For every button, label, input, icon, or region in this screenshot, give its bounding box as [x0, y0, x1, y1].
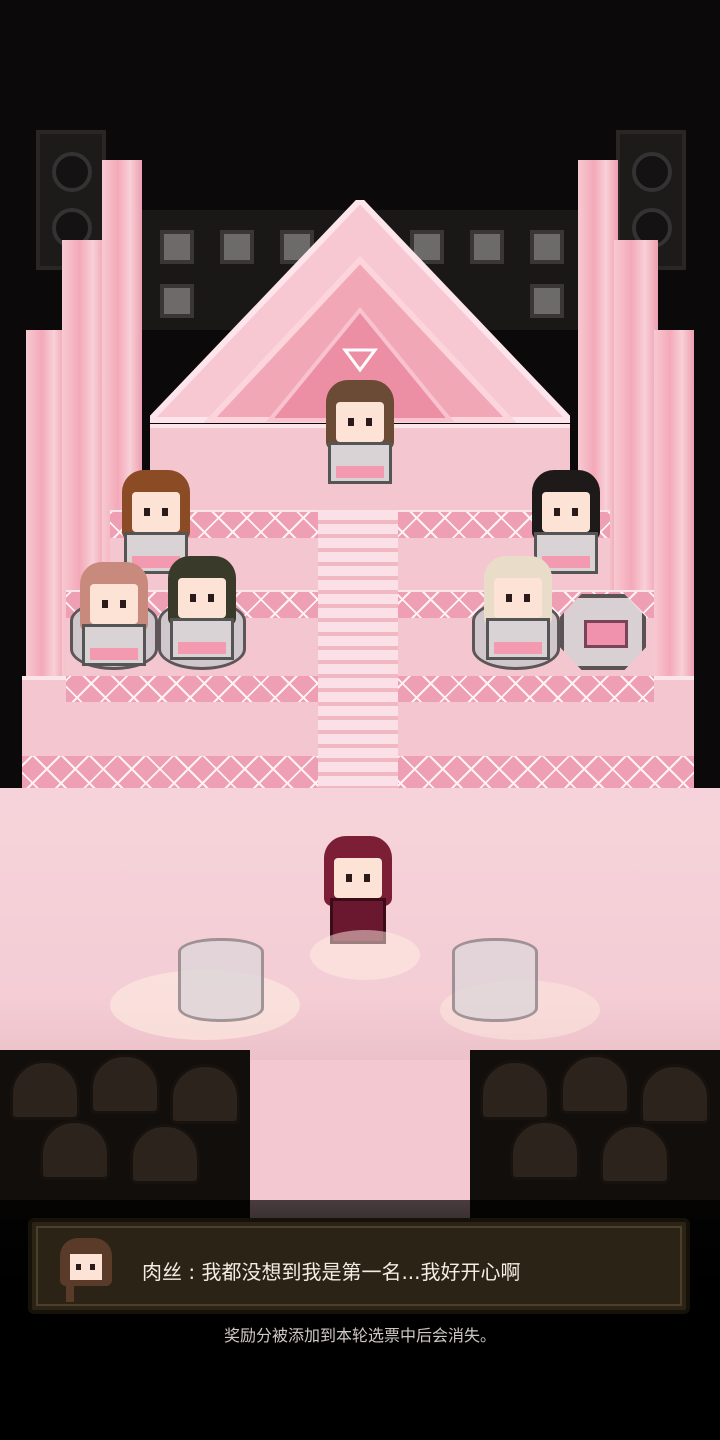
idol-left-buns[interactable]	[72, 562, 156, 672]
idol-right-blonde[interactable]	[476, 556, 560, 666]
speaker-name: 肉丝	[142, 1260, 182, 1284]
audience-member	[560, 1054, 630, 1114]
floor-light-glow	[310, 930, 420, 980]
dialog-line: 我都没想到我是第一名...我好开心啊	[201, 1260, 521, 1284]
center-stairs	[318, 510, 398, 810]
audience-member	[510, 1120, 580, 1180]
idol-left-dark-hair[interactable]	[160, 556, 244, 666]
speaker-cone	[52, 152, 92, 192]
audience-member	[10, 1060, 80, 1120]
audience-left	[0, 1050, 250, 1220]
floor-pedestal-right	[452, 938, 538, 1022]
idol-portrait-icon	[58, 1238, 114, 1302]
dialog-text: 肉丝 : 我都没想到我是第一名...我好开心啊	[142, 1256, 521, 1285]
podium-screen	[584, 620, 628, 648]
curtain-right-outer	[654, 330, 694, 710]
audience-member	[640, 1064, 710, 1124]
audience-right	[470, 1050, 720, 1220]
speaker-cone	[632, 152, 672, 192]
bonus-notice: 奖励分被添加到本轮选票中后会消失。	[223, 1326, 496, 1345]
audience-member	[40, 1120, 110, 1180]
speaker-separator: :	[182, 1260, 202, 1284]
empty-podium[interactable]	[560, 594, 646, 670]
audience-member	[480, 1060, 550, 1120]
audience-member	[90, 1054, 160, 1114]
audience-member	[170, 1064, 240, 1124]
audience-member	[600, 1124, 670, 1184]
floor-pedestal-left	[178, 938, 264, 1022]
audience-member	[130, 1124, 200, 1184]
idol-center-first-place[interactable]	[318, 380, 402, 490]
curtain-left-outer	[26, 330, 66, 710]
dialog-box[interactable]: 肉丝 : 我都没想到我是第一名...我好开心啊	[28, 1218, 690, 1314]
game-scene[interactable]: 肉丝 : 我都没想到我是第一名...我好开心啊 奖励分被添加到本轮选票中后会消失…	[0, 0, 720, 1440]
